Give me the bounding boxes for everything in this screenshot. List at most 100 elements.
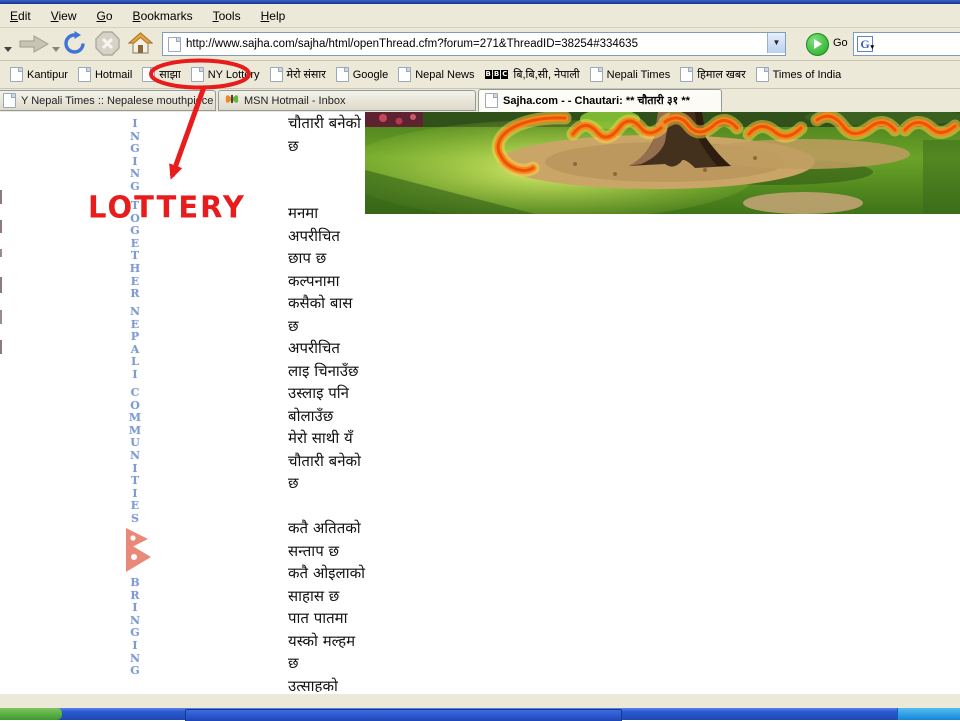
tagline-letter: H	[126, 262, 144, 275]
tagline-letter: I	[126, 368, 144, 381]
tab-1[interactable]: MSN Hotmail - Inbox	[218, 90, 476, 111]
tagline-word-bringing: BRINGING	[126, 576, 144, 677]
page-icon	[168, 37, 181, 52]
bookmark-label: Hotmail	[95, 69, 132, 81]
tagline-letter: M	[126, 411, 144, 424]
tagline-letter: R	[126, 589, 144, 602]
bookmark--[interactable]: मेरो संसार	[270, 67, 326, 82]
tagline-word-inging: INGING	[126, 117, 144, 193]
poem-line	[288, 496, 418, 519]
poem-line: कतै अतितको	[288, 518, 418, 541]
tagline-letter: R	[126, 287, 144, 300]
tagline-letter: N	[126, 614, 144, 627]
menu-item-view[interactable]: View	[41, 6, 87, 26]
tagline-letter: G	[126, 664, 144, 677]
url-dropdown-icon[interactable]: ▼	[767, 33, 785, 53]
tagline-letter: N	[126, 652, 144, 665]
left-edge-mark	[0, 310, 2, 324]
bookmark-label: NY Lottery	[208, 69, 260, 81]
bookmark-hotmail[interactable]: Hotmail	[78, 67, 132, 82]
menu-item-tools[interactable]: Tools	[203, 6, 251, 26]
forward-dropdown-icon[interactable]	[52, 40, 60, 58]
tagline-letter: N	[126, 449, 144, 462]
bookmark-times-of-india[interactable]: Times of India	[756, 67, 842, 82]
google-logo-icon[interactable]: G▾	[857, 36, 873, 52]
poem-line: कसैको बास	[288, 293, 418, 316]
tagline-letter: E	[126, 237, 144, 250]
forward-icon[interactable]	[18, 34, 50, 59]
page-icon	[398, 67, 411, 82]
park-tree-photo	[365, 112, 960, 214]
tagline-letter: A	[126, 343, 144, 356]
go-label[interactable]: Go	[833, 37, 848, 49]
poem-line: मेरो साथी यँ	[288, 428, 418, 451]
bookmark-nepali-times[interactable]: Nepali Times	[590, 67, 671, 82]
page-icon	[10, 67, 23, 82]
tab-label: Y Nepali Times :: Nepalese mouthpiece in…	[21, 95, 216, 107]
poem-line: छाप छ	[288, 248, 418, 271]
poem-line: छ	[288, 316, 418, 339]
tagline-letter: B	[126, 576, 144, 589]
menu-item-bookmarks[interactable]: Bookmarks	[123, 6, 203, 26]
google-search-input[interactable]	[873, 37, 960, 51]
menu-item-edit[interactable]: Edit	[0, 6, 41, 26]
tagline-letter: I	[126, 487, 144, 500]
tagline-word-nepali: NEPALI	[126, 305, 144, 381]
poem-line: मनमा	[288, 203, 418, 226]
bookmark-label: बि,बि,सी, नेपाली	[513, 67, 579, 82]
poem-line: उस्लाइ पनि	[288, 383, 418, 406]
bookmark--[interactable]: BBCबि,बि,सी, नेपाली	[485, 67, 580, 82]
tagline-letter: I	[126, 155, 144, 168]
poem-line: कतै ओइलाको	[288, 563, 418, 586]
tab-0[interactable]: Y Nepali Times :: Nepalese mouthpiece in…	[0, 90, 216, 111]
tagline-letter: S	[126, 512, 144, 525]
tagline-letter: G	[126, 142, 144, 155]
menu-item-help[interactable]: Help	[251, 6, 296, 26]
taskbar-window-button[interactable]	[185, 709, 622, 721]
poem-line	[288, 181, 418, 204]
reload-icon[interactable]	[62, 31, 87, 61]
menu-item-go[interactable]: Go	[87, 6, 123, 26]
bookmark--[interactable]: हिमाल खबर	[680, 67, 745, 82]
windows-taskbar	[0, 708, 960, 720]
poem-line: छ	[288, 136, 418, 159]
stop-icon[interactable]	[95, 31, 120, 61]
poem-line	[288, 158, 418, 181]
poem-line: बोलाउँछ	[288, 406, 418, 429]
bookmark-label: Nepali Times	[607, 69, 671, 81]
tagline-letter: P	[126, 330, 144, 343]
page-icon	[142, 67, 155, 82]
system-tray[interactable]	[897, 708, 960, 720]
nepal-flag-icon	[124, 528, 152, 572]
bookmark-nepal-news[interactable]: Nepal News	[398, 67, 474, 82]
back-dropdown-icon[interactable]	[4, 40, 12, 58]
poem-line: चौतारी बनेको	[288, 113, 418, 136]
url-input[interactable]	[186, 35, 785, 53]
bookmark-google[interactable]: Google	[336, 67, 388, 82]
start-button[interactable]	[0, 708, 62, 720]
bookmark-kantipur[interactable]: Kantipur	[10, 67, 68, 82]
tagline-letter: O	[126, 399, 144, 412]
tagline-letter: I	[126, 601, 144, 614]
tagline-word-communities: COMMUNITIES	[126, 386, 144, 525]
url-bar: ▼	[162, 32, 786, 56]
home-icon[interactable]	[128, 31, 153, 61]
poem-line: उत्साहको	[288, 676, 418, 693]
page-icon	[191, 67, 204, 82]
go-button[interactable]	[806, 33, 829, 56]
bookmark-ny-lottery[interactable]: NY Lottery	[191, 67, 260, 82]
navigation-toolbar: ▼ Go G▾	[0, 28, 960, 61]
tagline-letter: U	[126, 436, 144, 449]
tagline-letter: I	[126, 462, 144, 475]
tagline-letter: M	[126, 424, 144, 437]
msn-butterfly-icon	[225, 93, 244, 108]
tagline-letter: I	[126, 117, 144, 130]
poem-line: छ	[288, 473, 418, 496]
search-bar: G▾	[853, 32, 960, 56]
tab-sajha-active[interactable]: Sajha.com - - Chautari: ** चौतारी ३१ **	[478, 89, 722, 112]
poem-line: अपरीचित	[288, 338, 418, 361]
bookmark--[interactable]: साझा	[142, 67, 180, 82]
left-edge-mark	[0, 340, 2, 354]
page-icon	[336, 67, 349, 82]
tagline-letter: C	[126, 386, 144, 399]
